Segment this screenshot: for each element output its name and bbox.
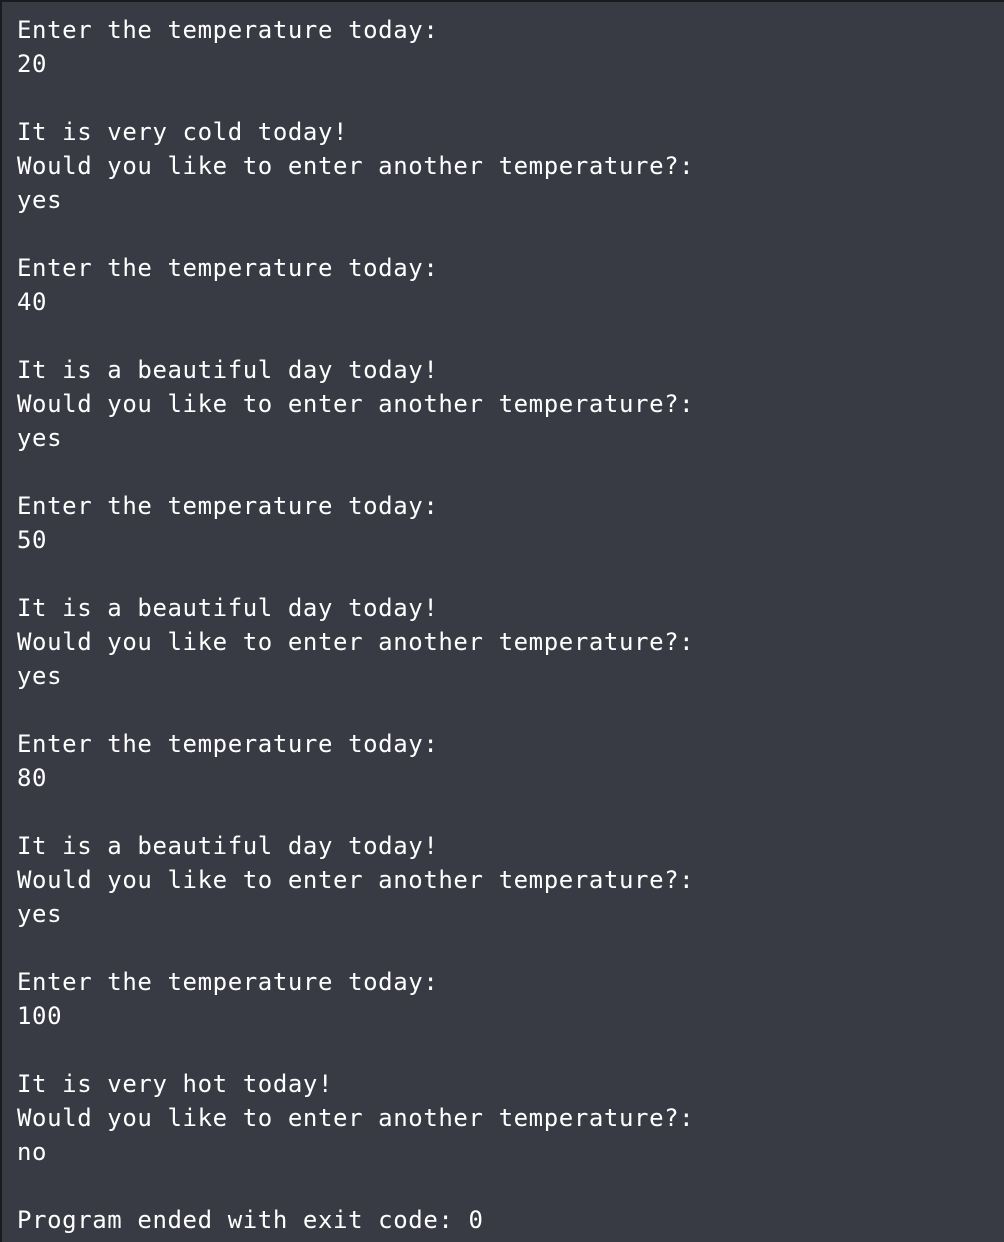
console-line: Would you like to enter another temperat…: [17, 390, 695, 418]
console-line: 20: [17, 50, 48, 78]
console-line: yes: [17, 900, 63, 928]
console-line: Enter the temperature today:: [17, 730, 439, 758]
console-line: Enter the temperature today:: [17, 968, 439, 996]
console-line: Enter the temperature today:: [17, 492, 439, 520]
console-line: yes: [17, 186, 63, 214]
console-line: no: [17, 1138, 48, 1166]
console-line: It is a beautiful day today!: [17, 832, 439, 860]
console-line: yes: [17, 662, 63, 690]
console-line: Would you like to enter another temperat…: [17, 866, 695, 894]
console-line: Enter the temperature today:: [17, 16, 439, 44]
console-line: It is very cold today!: [17, 118, 349, 146]
console-line: Would you like to enter another temperat…: [17, 152, 695, 180]
console-line: Would you like to enter another temperat…: [17, 628, 695, 656]
console-line: 50: [17, 526, 48, 554]
console-line: 80: [17, 764, 48, 792]
console-line: 40: [17, 288, 48, 316]
exit-status-line: Program ended with exit code: 0: [17, 1206, 484, 1234]
console-line: 100: [17, 1002, 63, 1030]
console-line: It is very hot today!: [17, 1070, 334, 1098]
console-line: It is a beautiful day today!: [17, 356, 439, 384]
console-line: It is a beautiful day today!: [17, 594, 439, 622]
console-line: yes: [17, 424, 63, 452]
console-output[interactable]: Enter the temperature today: 20 It is ve…: [0, 0, 1004, 1242]
console-line: Enter the temperature today:: [17, 254, 439, 282]
console-line: Would you like to enter another temperat…: [17, 1104, 695, 1132]
